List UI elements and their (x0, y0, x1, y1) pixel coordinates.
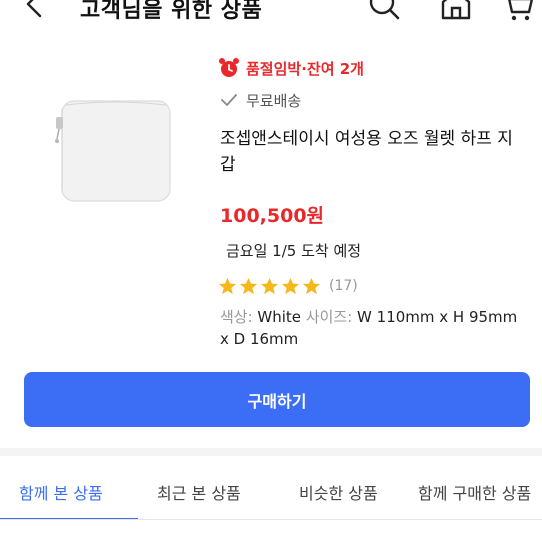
product-image[interactable] (40, 95, 180, 210)
search-icon (369, 0, 400, 20)
color-value: White (252, 308, 306, 326)
tab-recently-viewed[interactable]: 최근 본 상품 (157, 480, 241, 504)
size-label: 사이즈: (305, 308, 353, 326)
shipping-info: 무료배송 (220, 88, 301, 112)
arrival-estimate: 금요일 1/5 도착 예정 (226, 242, 362, 260)
home-icon (441, 0, 471, 20)
search-button[interactable] (366, 0, 402, 22)
back-arrow-icon (26, 0, 42, 18)
color-label: 색상: (220, 308, 253, 326)
star-icon (302, 277, 321, 294)
tab-bought-together[interactable]: 함께 구매한 상품 (418, 480, 531, 504)
product-price: 100,500원 (220, 205, 325, 227)
shipping-text: 무료배송 (246, 91, 302, 110)
rating[interactable]: (17) (218, 275, 358, 297)
star-icon (281, 277, 300, 294)
tab-viewed-together[interactable]: 함께 본 상품 (19, 480, 103, 504)
recommendation-tabs: 함께 본 상품 최근 본 상품 비슷한 상품 함께 구매한 상품 (0, 470, 542, 520)
cart-button[interactable] (500, 0, 536, 22)
star-icon (239, 277, 258, 294)
alarm-clock-icon (219, 58, 239, 77)
stock-status: 품절임박·잔여 2개 (218, 55, 364, 81)
page-title: 고객님을 위한 상품 (80, 0, 263, 23)
tab-similar[interactable]: 비슷한 상품 (299, 480, 378, 504)
tabs-border (0, 519, 542, 520)
section-divider (0, 448, 542, 456)
rating-count: (17) (329, 278, 358, 294)
star-icon (218, 277, 237, 294)
product-spec: 색상: White 사이즈: W 110mm x H 95mm x D 16mm (220, 306, 520, 350)
top-header: 고객님을 위한 상품 (0, 0, 542, 24)
cart-icon (508, 0, 534, 21)
stock-status-text: 품절임박·잔여 2개 (246, 59, 364, 78)
back-button[interactable] (18, 0, 48, 22)
product-name[interactable]: 조셉앤스테이시 여성용 오즈 월렛 하프 지갑 (220, 126, 520, 178)
star-icon (260, 277, 279, 294)
buy-button[interactable]: 구매하기 (24, 372, 530, 427)
check-icon (221, 94, 237, 106)
home-button[interactable] (438, 0, 474, 22)
buy-button-label: 구매하기 (247, 391, 307, 411)
